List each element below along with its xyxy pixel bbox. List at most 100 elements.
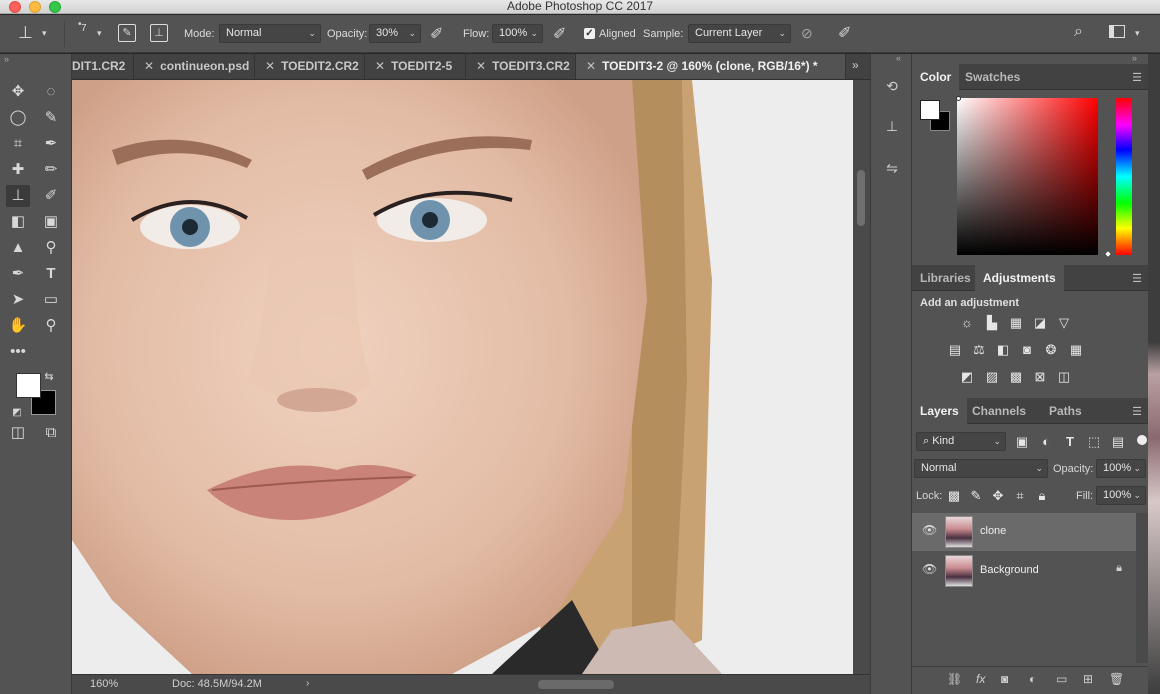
tab-color[interactable]: Color bbox=[912, 64, 960, 90]
delete-layer-icon[interactable]: 🗑︎ bbox=[1109, 672, 1124, 686]
new-group-icon[interactable]: ▭ bbox=[1056, 672, 1067, 686]
brightness-contrast-icon[interactable]: ☼ bbox=[958, 314, 976, 332]
document-canvas[interactable] bbox=[72, 80, 853, 674]
color-field[interactable] bbox=[957, 98, 1098, 255]
color-picker-marker[interactable] bbox=[956, 96, 961, 101]
collapse-icon[interactable]: » bbox=[1132, 53, 1137, 63]
gradient-map-icon[interactable]: ⊠ bbox=[1031, 368, 1049, 386]
hand-tool-icon[interactable]: ✋ bbox=[6, 315, 30, 337]
clone-source-icon[interactable]: ⊥ bbox=[150, 24, 168, 42]
zoom-tool-icon[interactable]: ⚲ bbox=[39, 315, 63, 337]
lasso-tool-icon[interactable]: ◯ bbox=[6, 107, 30, 129]
eraser-tool-icon[interactable]: ◧ bbox=[6, 211, 30, 233]
screen-mode-icon[interactable]: ⧉ bbox=[39, 422, 63, 444]
workspace-chevron-icon[interactable]: ▾ bbox=[1135, 28, 1140, 39]
clone-source-panel-icon[interactable]: ⊥ bbox=[881, 115, 903, 137]
more-tabs-icon[interactable]: » bbox=[852, 58, 859, 72]
quick-mask-icon[interactable]: ◫ bbox=[6, 422, 30, 444]
vertical-scroll-thumb[interactable] bbox=[857, 170, 865, 226]
history-panel-icon[interactable]: ⟲ bbox=[881, 75, 903, 97]
invert-icon[interactable]: ◩ bbox=[958, 368, 976, 386]
tab-paths[interactable]: Paths bbox=[1041, 398, 1090, 424]
filter-shape-icon[interactable]: ⬚ bbox=[1085, 433, 1103, 451]
properties-panel-icon[interactable]: ⇋ bbox=[881, 157, 903, 179]
tab-doc-5[interactable]: ✕ TOEDIT3.CR2 bbox=[466, 54, 576, 79]
eye-icon[interactable]: 👁︎ bbox=[922, 523, 937, 537]
layer-row-background[interactable]: 👁︎ Background 🔒︎ bbox=[912, 552, 1136, 590]
levels-icon[interactable]: ▙ bbox=[983, 314, 1001, 332]
layer-filter-select[interactable]: ⌕ Kind ⌄ bbox=[916, 432, 1006, 451]
eye-icon[interactable]: 👁︎ bbox=[922, 562, 937, 576]
search-icon[interactable]: ⌕ bbox=[1074, 23, 1083, 41]
posterize-icon[interactable]: ▨ bbox=[983, 368, 1001, 386]
foreground-color-swatch[interactable] bbox=[920, 100, 940, 120]
photo-filter-icon[interactable]: ◙ bbox=[1018, 341, 1036, 359]
selective-color-icon[interactable]: ◫ bbox=[1055, 368, 1073, 386]
filter-adjustment-icon[interactable]: ◐ bbox=[1037, 433, 1055, 451]
foreground-color-swatch[interactable] bbox=[16, 373, 41, 398]
marquee-tool-icon[interactable]: ◌ bbox=[39, 81, 63, 103]
zoom-level[interactable]: 160% bbox=[90, 678, 118, 690]
tab-doc-2[interactable]: ✕ continueon.psd bbox=[134, 54, 255, 79]
workspace-icon[interactable] bbox=[1109, 25, 1125, 38]
lock-image-icon[interactable]: ✎ bbox=[967, 487, 985, 505]
layer-row-clone[interactable]: 👁︎ clone bbox=[912, 513, 1136, 551]
ignore-adjustment-layers-icon[interactable]: ⊘ bbox=[801, 25, 813, 42]
color-lookup-icon[interactable]: ▦ bbox=[1067, 341, 1085, 359]
channel-mixer-icon[interactable]: ❂ bbox=[1042, 341, 1060, 359]
chevron-down-icon[interactable]: ▾ bbox=[42, 28, 47, 39]
clone-stamp-tool-icon[interactable]: ⊥ bbox=[6, 185, 30, 207]
tab-channels[interactable]: Channels bbox=[964, 398, 1034, 424]
status-menu-chevron-icon[interactable]: › bbox=[306, 678, 309, 689]
pen-tool-icon[interactable]: ✒ bbox=[6, 263, 30, 285]
airbrush-icon[interactable]: ✐ bbox=[553, 24, 566, 44]
panel-menu-icon[interactable]: ☰ bbox=[1132, 272, 1142, 285]
layer-opacity-input[interactable]: 100% ⌄ bbox=[1096, 459, 1146, 478]
tab-doc-3[interactable]: ✕ TOEDIT2.CR2 bbox=[255, 54, 365, 79]
hue-slider-handle[interactable] bbox=[1103, 249, 1113, 259]
history-brush-tool-icon[interactable]: ✐ bbox=[39, 185, 63, 207]
quick-selection-tool-icon[interactable]: ✎ bbox=[39, 107, 63, 129]
brush-settings-icon[interactable]: ✎ bbox=[118, 24, 136, 42]
dodge-tool-icon[interactable]: ⚲ bbox=[39, 237, 63, 259]
close-tab-icon[interactable]: ✕ bbox=[476, 59, 486, 73]
tab-doc-4[interactable]: ✕ TOEDIT2-5 bbox=[365, 54, 466, 79]
panel-menu-icon[interactable]: ☰ bbox=[1132, 71, 1142, 84]
default-colors-icon[interactable]: ◩ bbox=[10, 402, 24, 424]
close-tab-icon[interactable]: ✕ bbox=[265, 59, 275, 73]
blend-mode-select[interactable]: Normal ⌄ bbox=[914, 459, 1048, 478]
curves-icon[interactable]: ▦ bbox=[1007, 314, 1025, 332]
new-adjustment-layer-icon[interactable]: ◐ bbox=[1029, 672, 1036, 686]
eyedropper-tool-icon[interactable]: ✒ bbox=[39, 133, 63, 155]
collapse-icon[interactable]: » bbox=[4, 54, 9, 64]
lock-all-icon[interactable]: 🔒︎ bbox=[1033, 487, 1051, 505]
horizontal-scroll-thumb[interactable] bbox=[538, 680, 614, 689]
type-tool-icon[interactable]: T bbox=[39, 263, 63, 285]
swap-colors-icon[interactable]: ⇆ bbox=[42, 366, 56, 388]
lock-position-icon[interactable]: ✥ bbox=[989, 487, 1007, 505]
filter-smart-object-icon[interactable]: ▤ bbox=[1109, 433, 1127, 451]
tab-swatches[interactable]: Swatches bbox=[957, 64, 1028, 90]
hue-slider[interactable] bbox=[1116, 98, 1132, 255]
more-tools-icon[interactable]: ••• bbox=[6, 341, 30, 363]
link-layers-icon[interactable]: ⛓ bbox=[947, 672, 962, 686]
panel-menu-icon[interactable]: ☰ bbox=[1132, 405, 1142, 418]
lock-artboard-icon[interactable]: ⌗ bbox=[1011, 487, 1029, 505]
close-tab-icon[interactable]: ✕ bbox=[586, 59, 596, 73]
black-white-icon[interactable]: ◧ bbox=[994, 341, 1012, 359]
aligned-checkbox[interactable]: ✓ bbox=[584, 28, 595, 39]
opacity-input[interactable]: 30% ⌄ bbox=[369, 24, 421, 43]
tab-adjustments[interactable]: Adjustments bbox=[975, 265, 1064, 291]
pressure-size-icon[interactable]: ✐ bbox=[838, 23, 851, 43]
fill-input[interactable]: 100% ⌄ bbox=[1096, 486, 1146, 505]
close-tab-icon[interactable]: ✕ bbox=[144, 59, 154, 73]
filter-pixel-icon[interactable]: ▣ bbox=[1013, 433, 1031, 451]
gradient-tool-icon[interactable]: ▣ bbox=[39, 211, 63, 233]
healing-brush-tool-icon[interactable]: ✚ bbox=[6, 159, 30, 181]
move-tool-icon[interactable]: ✥ bbox=[6, 81, 30, 103]
mode-select[interactable]: Normal ⌄ bbox=[219, 24, 321, 43]
filter-toggle[interactable] bbox=[1137, 435, 1147, 445]
hue-saturation-icon[interactable]: ▤ bbox=[946, 341, 964, 359]
layer-style-icon[interactable]: fx bbox=[976, 672, 985, 686]
sample-select[interactable]: Current Layer ⌄ bbox=[688, 24, 791, 43]
